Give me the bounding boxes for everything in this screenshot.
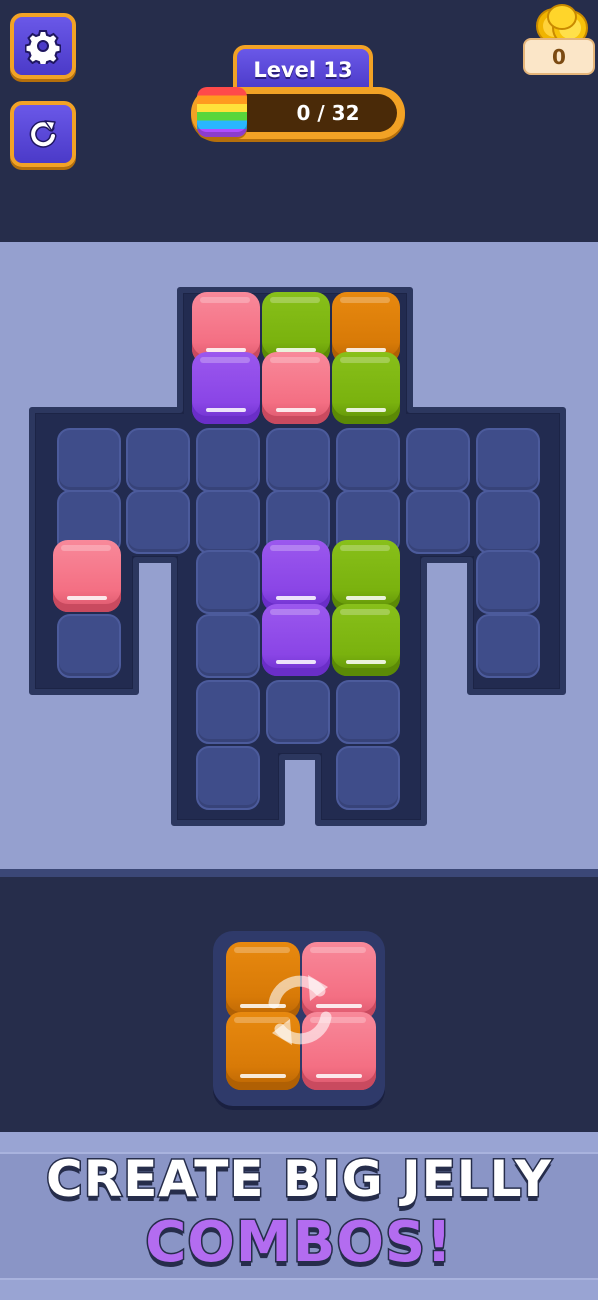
empty-cell-r2c6[interactable] [476,428,540,492]
pink-jelly-r1c3 [262,352,330,424]
green-jelly-r4c4 [332,540,400,612]
purple-jelly-r4c3 [262,540,330,612]
empty-cell-r2c2[interactable] [196,428,260,492]
empty-cell-r5c6[interactable] [476,614,540,678]
empty-cell-r5c2[interactable] [196,614,260,678]
empty-cell-r7c4[interactable] [336,746,400,810]
empty-cell-r3c2[interactable] [196,490,260,554]
green-jelly-r1c4 [332,352,400,424]
empty-cell-r2c4[interactable] [336,428,400,492]
empty-cell-r2c5[interactable] [406,428,470,492]
empty-cell-r3c6[interactable] [476,490,540,554]
empty-cell-r4c6[interactable] [476,550,540,614]
purple-jelly-r1c2 [192,352,260,424]
empty-cell-r6c3[interactable] [266,680,330,744]
green-jelly-r5c4 [332,604,400,676]
banner-headline: CREATE BIG JELLY [45,1149,553,1210]
empty-cell-r4c2[interactable] [196,550,260,614]
empty-cell-r6c4[interactable] [336,680,400,744]
empty-cell-r3c1[interactable] [126,490,190,554]
purple-jelly-r5c3 [262,604,330,676]
empty-cell-r3c5[interactable] [406,490,470,554]
banner-subheadline: COMBOS! [144,1209,454,1277]
pink-jelly-r4c0 [53,540,121,612]
empty-cell-r2c3[interactable] [266,428,330,492]
empty-cell-r6c2[interactable] [196,680,260,744]
empty-cell-r7c2[interactable] [196,746,260,810]
empty-cell-r2c1[interactable] [126,428,190,492]
empty-cell-r5c0[interactable] [57,614,121,678]
empty-cell-r2c0[interactable] [57,428,121,492]
rotate-icon[interactable] [264,965,336,1055]
